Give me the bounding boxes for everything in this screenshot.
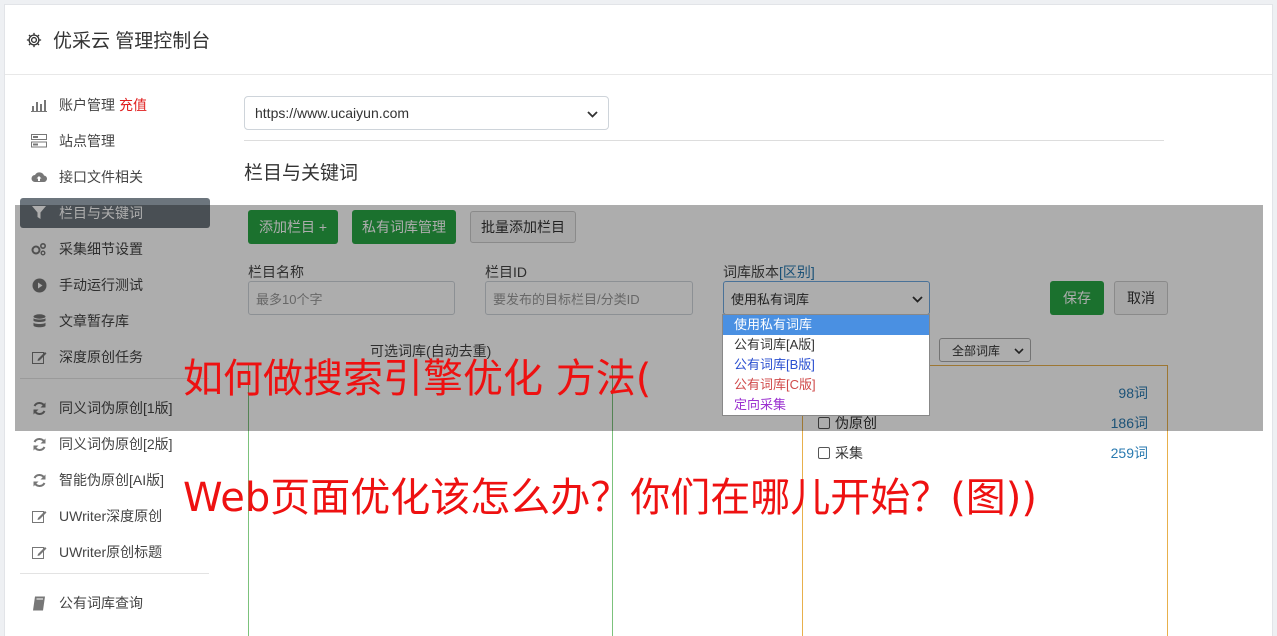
server-icon (31, 133, 47, 149)
sidebar-item-uwriter-original[interactable]: UWriter深度原创 (20, 501, 210, 531)
sidebar-item-sites[interactable]: 站点管理 (20, 126, 210, 156)
dropdown-option[interactable]: 使用私有词库 (723, 315, 929, 335)
sidebar-divider (20, 378, 209, 379)
chevron-down-icon (1014, 343, 1024, 357)
main-content: https://www.ucaiyun.com 栏目与关键词 (244, 96, 1164, 185)
sidebar-item-label: 栏目与关键词 (59, 205, 143, 221)
dropdown-option[interactable]: 公有词库[C版] (723, 375, 929, 395)
lib-version-label: 词库版本[区别] (723, 262, 815, 282)
lib-version-select[interactable]: 使用私有词库 (723, 281, 930, 315)
sidebar-item-label: 公有词库查询 (59, 595, 143, 611)
batch-add-button[interactable]: 批量添加栏目 (470, 211, 576, 243)
sidebar-item-label: 同义词伪原创[2版] (59, 436, 173, 452)
sidebar-item-synonym-v2[interactable]: 同义词伪原创[2版] (20, 429, 210, 459)
sidebar-item-label: UWriter深度原创 (59, 508, 163, 524)
site-select-value: https://www.ucaiyun.com (255, 105, 410, 121)
page-title: 优采云 管理控制台 (53, 31, 211, 52)
refresh-icon (31, 400, 47, 416)
chevron-down-icon (587, 105, 598, 121)
dropdown-option[interactable]: 公有词库[B版] (723, 355, 929, 375)
sidebar-item-label: 深度原创任务 (59, 349, 143, 365)
sidebar-item-label: UWriter原创标题 (59, 544, 163, 560)
keyword-count: 186词 (1110, 415, 1148, 431)
chevron-down-icon (912, 291, 923, 306)
keyword-checkbox[interactable] (818, 417, 830, 429)
sidebar-item-label: 手动运行测试 (59, 277, 143, 293)
keyword-checkbox[interactable] (818, 447, 830, 459)
add-column-button[interactable]: 添加栏目 + (248, 210, 338, 244)
column-name-label: 栏目名称 (248, 264, 304, 280)
private-lib-button[interactable]: 私有词库管理 (352, 210, 456, 244)
section-title: 栏目与关键词 (244, 163, 359, 184)
sidebar-divider (20, 573, 209, 574)
column-name-input[interactable]: 最多10个字 (248, 281, 455, 315)
column-id-placeholder: 要发布的目标栏目/分类ID (493, 291, 640, 307)
database-icon (31, 313, 47, 329)
keyword-count: 259词 (1110, 445, 1148, 461)
recharge-link[interactable]: 充值 (119, 95, 147, 115)
section-divider (244, 140, 1164, 141)
lib-filter-select[interactable]: 全部词库 (939, 338, 1031, 362)
lib-filter-value: 全部词库 (952, 343, 1001, 358)
sidebar-item-label: 智能伪原创[AI版] (59, 472, 165, 488)
column-id-input[interactable]: 要发布的目标栏目/分类ID (485, 281, 693, 315)
lib-version-dropdown[interactable]: 使用私有词库 公有词库[A版] 公有词库[B版] 公有词库[C版] 定向采集 (722, 314, 930, 416)
keyword-label: 采集 (835, 445, 863, 461)
refresh-icon (31, 472, 47, 488)
sidebar-item-manual-run[interactable]: 手动运行测试 (20, 270, 210, 300)
difference-link[interactable]: [区别] (779, 264, 815, 280)
keyword-count: 98词 (1118, 385, 1148, 401)
sidebar-item-label: 账户管理 (59, 97, 115, 113)
gear-icon (26, 32, 42, 47)
sidebar-item-interface[interactable]: 接口文件相关 (20, 162, 210, 192)
sidebar-item-label: 文章暂存库 (59, 313, 129, 329)
sidebar-item-label: 站点管理 (59, 133, 115, 149)
refresh-icon (31, 436, 47, 452)
sidebar-item-label: 接口文件相关 (59, 169, 143, 185)
site-select[interactable]: https://www.ucaiyun.com (244, 96, 609, 130)
play-circle-icon (31, 277, 47, 293)
dropdown-option[interactable]: 定向采集 (723, 395, 929, 415)
keyword-row[interactable]: 采集 (818, 443, 863, 463)
sidebar-item-uwriter-title[interactable]: UWriter原创标题 (20, 537, 210, 567)
edit-icon (31, 508, 47, 524)
filter-icon (31, 205, 47, 221)
sidebar-item-columns-keywords[interactable]: 栏目与关键词 (20, 198, 210, 228)
cancel-button[interactable]: 取消 (1114, 281, 1168, 315)
sidebar-item-label: 采集细节设置 (59, 241, 143, 257)
column-id-label: 栏目ID (485, 264, 527, 280)
overlay-title-line1: 如何做搜索引擎优化 方法( (183, 356, 652, 402)
console-header: 优采云 管理控制台 (5, 5, 1272, 75)
bar-chart-icon (31, 97, 47, 113)
gears-icon (31, 241, 47, 257)
sidebar-item-article-store[interactable]: 文章暂存库 (20, 306, 210, 336)
sidebar-item-label: 同义词伪原创[1版] (59, 400, 173, 416)
book-icon (31, 595, 47, 611)
overlay-title-line2: Web页面优化该怎么办？你们在哪儿开始？(图)) (183, 475, 1038, 521)
edit-icon (31, 544, 47, 560)
sidebar-item-account[interactable]: 账户管理 充值 (20, 90, 210, 120)
lib-version-value: 使用私有词库 (731, 291, 810, 307)
sidebar-item-collect-settings[interactable]: 采集细节设置 (20, 234, 210, 264)
column-name-placeholder: 最多10个字 (256, 291, 323, 307)
keyword-label: 伪原创 (835, 415, 877, 431)
sidebar-item-public-lib[interactable]: 公有词库查询 (20, 588, 210, 618)
cloud-upload-icon (31, 169, 47, 185)
sidebar-item-deep-original[interactable]: 深度原创任务 (20, 342, 210, 372)
keyword-row[interactable]: 伪原创 (818, 413, 877, 433)
sidebar-item-synonym-v1[interactable]: 同义词伪原创[1版] (20, 393, 210, 423)
dropdown-option[interactable]: 公有词库[A版] (723, 335, 929, 355)
sidebar-item-ai-rewrite[interactable]: 智能伪原创[AI版] (20, 465, 210, 495)
sidebar: 账户管理 充值 站点管理 接口文件相关 栏目与关键词 采集细节设置 手动运行测试… (20, 90, 210, 624)
edit-icon (31, 349, 47, 365)
save-button[interactable]: 保存 (1050, 281, 1104, 315)
lib-version-label-text: 词库版本 (723, 264, 779, 280)
